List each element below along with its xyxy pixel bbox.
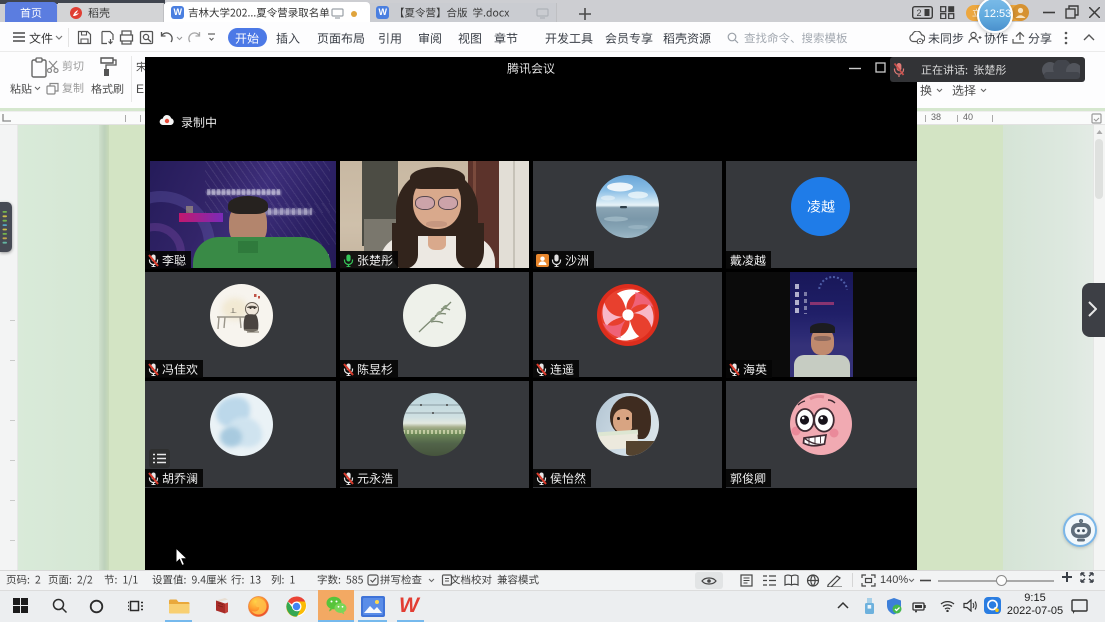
svg-text:2: 2 [916,8,921,18]
